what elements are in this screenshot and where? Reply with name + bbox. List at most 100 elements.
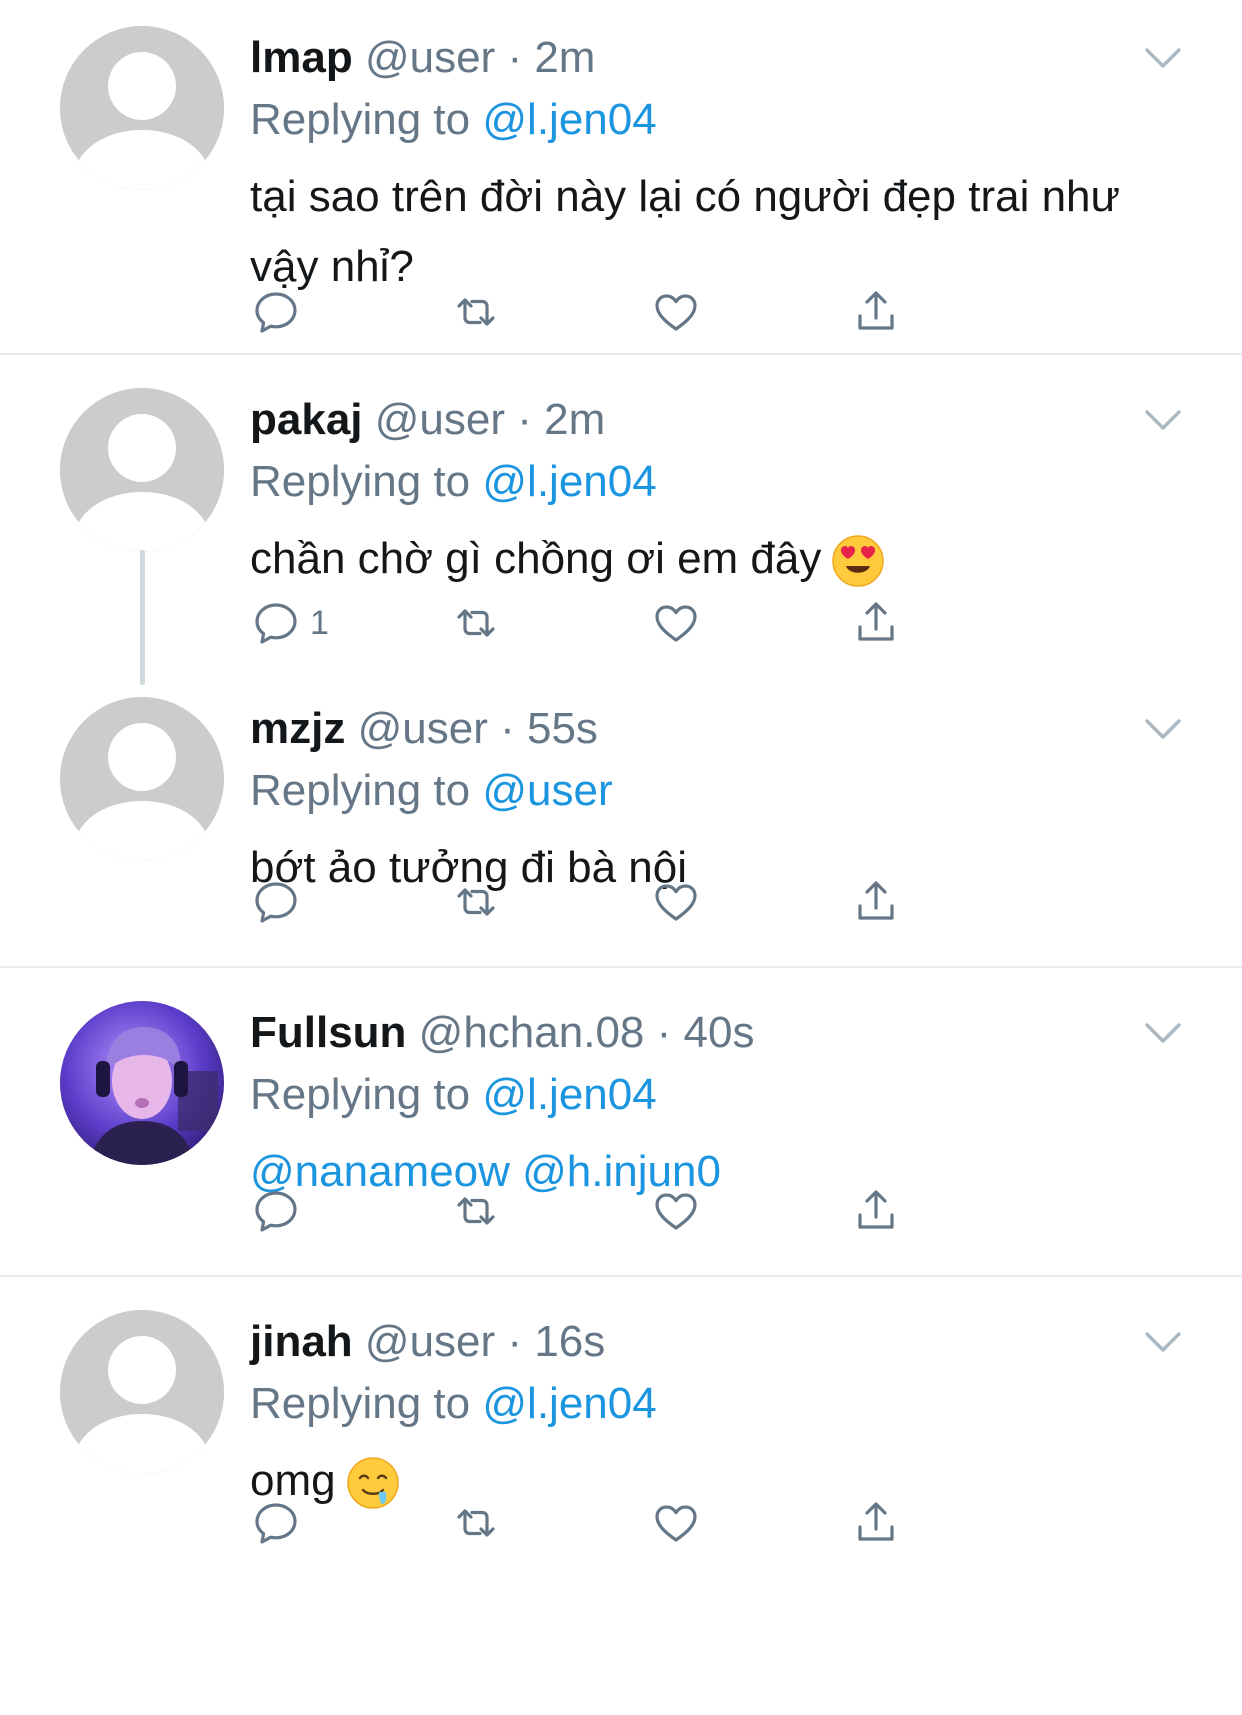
retweet-icon bbox=[457, 609, 495, 637]
retweet-button[interactable] bbox=[450, 874, 502, 930]
display-name[interactable]: lmap bbox=[250, 33, 353, 82]
replying-to-label: Replying to bbox=[250, 457, 471, 506]
replying-to-label: Replying to bbox=[250, 766, 471, 815]
like-button[interactable] bbox=[650, 1183, 702, 1239]
heart-icon bbox=[655, 1193, 697, 1230]
heart-icon bbox=[655, 294, 697, 331]
timestamp: 40s bbox=[683, 1008, 755, 1057]
avatar[interactable] bbox=[60, 26, 224, 190]
reply-button[interactable] bbox=[250, 874, 302, 930]
reply-icon bbox=[255, 1503, 297, 1544]
retweet-button[interactable] bbox=[450, 1495, 502, 1551]
chevron-down-icon[interactable] bbox=[1143, 44, 1183, 72]
reply-icon bbox=[255, 292, 297, 333]
replying-to: Replying to @l.jen04 bbox=[250, 94, 657, 146]
retweet-button[interactable] bbox=[450, 595, 502, 651]
chevron-down-icon[interactable] bbox=[1143, 406, 1183, 434]
separator-dot: · bbox=[517, 395, 532, 444]
replying-to: Replying to @l.jen04 bbox=[250, 456, 657, 508]
like-button[interactable] bbox=[650, 284, 702, 340]
avatar[interactable] bbox=[60, 388, 224, 552]
username: @hchan.08 bbox=[418, 1008, 645, 1057]
tweet-header: mzjz @user · 55s bbox=[250, 703, 598, 755]
chevron-down-icon[interactable] bbox=[1143, 1328, 1183, 1356]
replying-to-mention[interactable]: @l.jen04 bbox=[482, 457, 656, 506]
reply-button[interactable]: 1 bbox=[250, 595, 329, 651]
replying-to-mention[interactable]: @l.jen04 bbox=[482, 95, 656, 144]
chevron-down-icon[interactable] bbox=[1143, 715, 1183, 743]
separator-dot: · bbox=[500, 704, 515, 753]
share-button[interactable] bbox=[850, 595, 902, 651]
reply-button[interactable] bbox=[250, 1495, 302, 1551]
share-button[interactable] bbox=[850, 284, 902, 340]
replying-to-mention[interactable]: @user bbox=[482, 766, 612, 815]
avatar[interactable] bbox=[60, 1310, 224, 1474]
tweet-body: chần chờ gì chồng ơi em đây bbox=[250, 534, 822, 583]
replying-to: Replying to @l.jen04 bbox=[250, 1069, 657, 1121]
retweet-icon bbox=[457, 1197, 495, 1225]
retweet-icon bbox=[457, 298, 495, 326]
replying-to-label: Replying to bbox=[250, 1379, 471, 1428]
username: @user bbox=[374, 395, 506, 444]
tweet-header: lmap @user · 2m bbox=[250, 32, 595, 84]
heart-icon bbox=[655, 605, 697, 642]
display-name[interactable]: pakaj bbox=[250, 395, 363, 444]
tweet-actions: 1 bbox=[250, 595, 1010, 651]
reply-button[interactable] bbox=[250, 1183, 302, 1239]
chevron-down-icon[interactable] bbox=[1143, 1019, 1183, 1047]
divider bbox=[0, 1275, 1242, 1277]
display-name[interactable]: Fullsun bbox=[250, 1008, 406, 1057]
replying-to-label: Replying to bbox=[250, 1070, 471, 1119]
share-button[interactable] bbox=[850, 1495, 902, 1551]
divider bbox=[0, 353, 1242, 355]
username: @user bbox=[364, 1317, 496, 1366]
divider bbox=[0, 966, 1242, 968]
tweet-actions bbox=[250, 1183, 1010, 1239]
share-icon bbox=[858, 1190, 894, 1229]
share-icon bbox=[858, 291, 894, 330]
tweet-header: pakaj @user · 2m bbox=[250, 394, 605, 446]
avatar[interactable] bbox=[60, 1001, 224, 1165]
replying-to-mention[interactable]: @l.jen04 bbox=[482, 1070, 656, 1119]
heart-icon bbox=[655, 1505, 697, 1542]
display-name[interactable]: jinah bbox=[250, 1317, 353, 1366]
like-button[interactable] bbox=[650, 874, 702, 930]
tweet-actions bbox=[250, 284, 1010, 340]
share-icon bbox=[858, 1502, 894, 1541]
retweet-button[interactable] bbox=[450, 1183, 502, 1239]
retweet-button[interactable] bbox=[450, 284, 502, 340]
share-icon bbox=[858, 881, 894, 920]
like-button[interactable] bbox=[650, 595, 702, 651]
share-button[interactable] bbox=[850, 1183, 902, 1239]
retweet-icon bbox=[457, 888, 495, 916]
reply-icon bbox=[255, 1191, 297, 1232]
reply-button[interactable] bbox=[250, 284, 302, 340]
reply-icon bbox=[255, 603, 297, 644]
timestamp: 2m bbox=[534, 33, 596, 82]
separator-dot: · bbox=[507, 1317, 523, 1366]
separator-dot: · bbox=[507, 33, 523, 82]
tweet-actions bbox=[250, 1495, 1010, 1551]
display-name[interactable]: mzjz bbox=[250, 704, 345, 753]
username: @user bbox=[364, 33, 496, 82]
share-icon bbox=[858, 602, 894, 641]
timestamp: 2m bbox=[544, 395, 606, 444]
timestamp: 55s bbox=[526, 704, 598, 753]
tweet-header: Fullsun @hchan.08 · 40s bbox=[250, 1007, 754, 1059]
reply-icon bbox=[255, 882, 297, 923]
heart-eyes-emoji bbox=[832, 535, 885, 588]
retweet-icon bbox=[457, 1509, 495, 1537]
replying-to-mention[interactable]: @l.jen04 bbox=[482, 1379, 656, 1428]
tweet-text: chần chờ gì chồng ơi em đây bbox=[250, 524, 1130, 594]
tweet-text: tại sao trên đời này lại có người đẹp tr… bbox=[250, 162, 1130, 302]
heart-icon bbox=[655, 884, 697, 921]
like-button[interactable] bbox=[650, 1495, 702, 1551]
share-button[interactable] bbox=[850, 874, 902, 930]
username: @user bbox=[357, 704, 488, 753]
tweet-header: jinah @user · 16s bbox=[250, 1316, 605, 1368]
timestamp: 16s bbox=[534, 1317, 606, 1366]
thread-line bbox=[140, 550, 145, 685]
replying-to-label: Replying to bbox=[250, 95, 471, 144]
avatar[interactable] bbox=[60, 697, 224, 861]
tweet-actions bbox=[250, 874, 1010, 930]
